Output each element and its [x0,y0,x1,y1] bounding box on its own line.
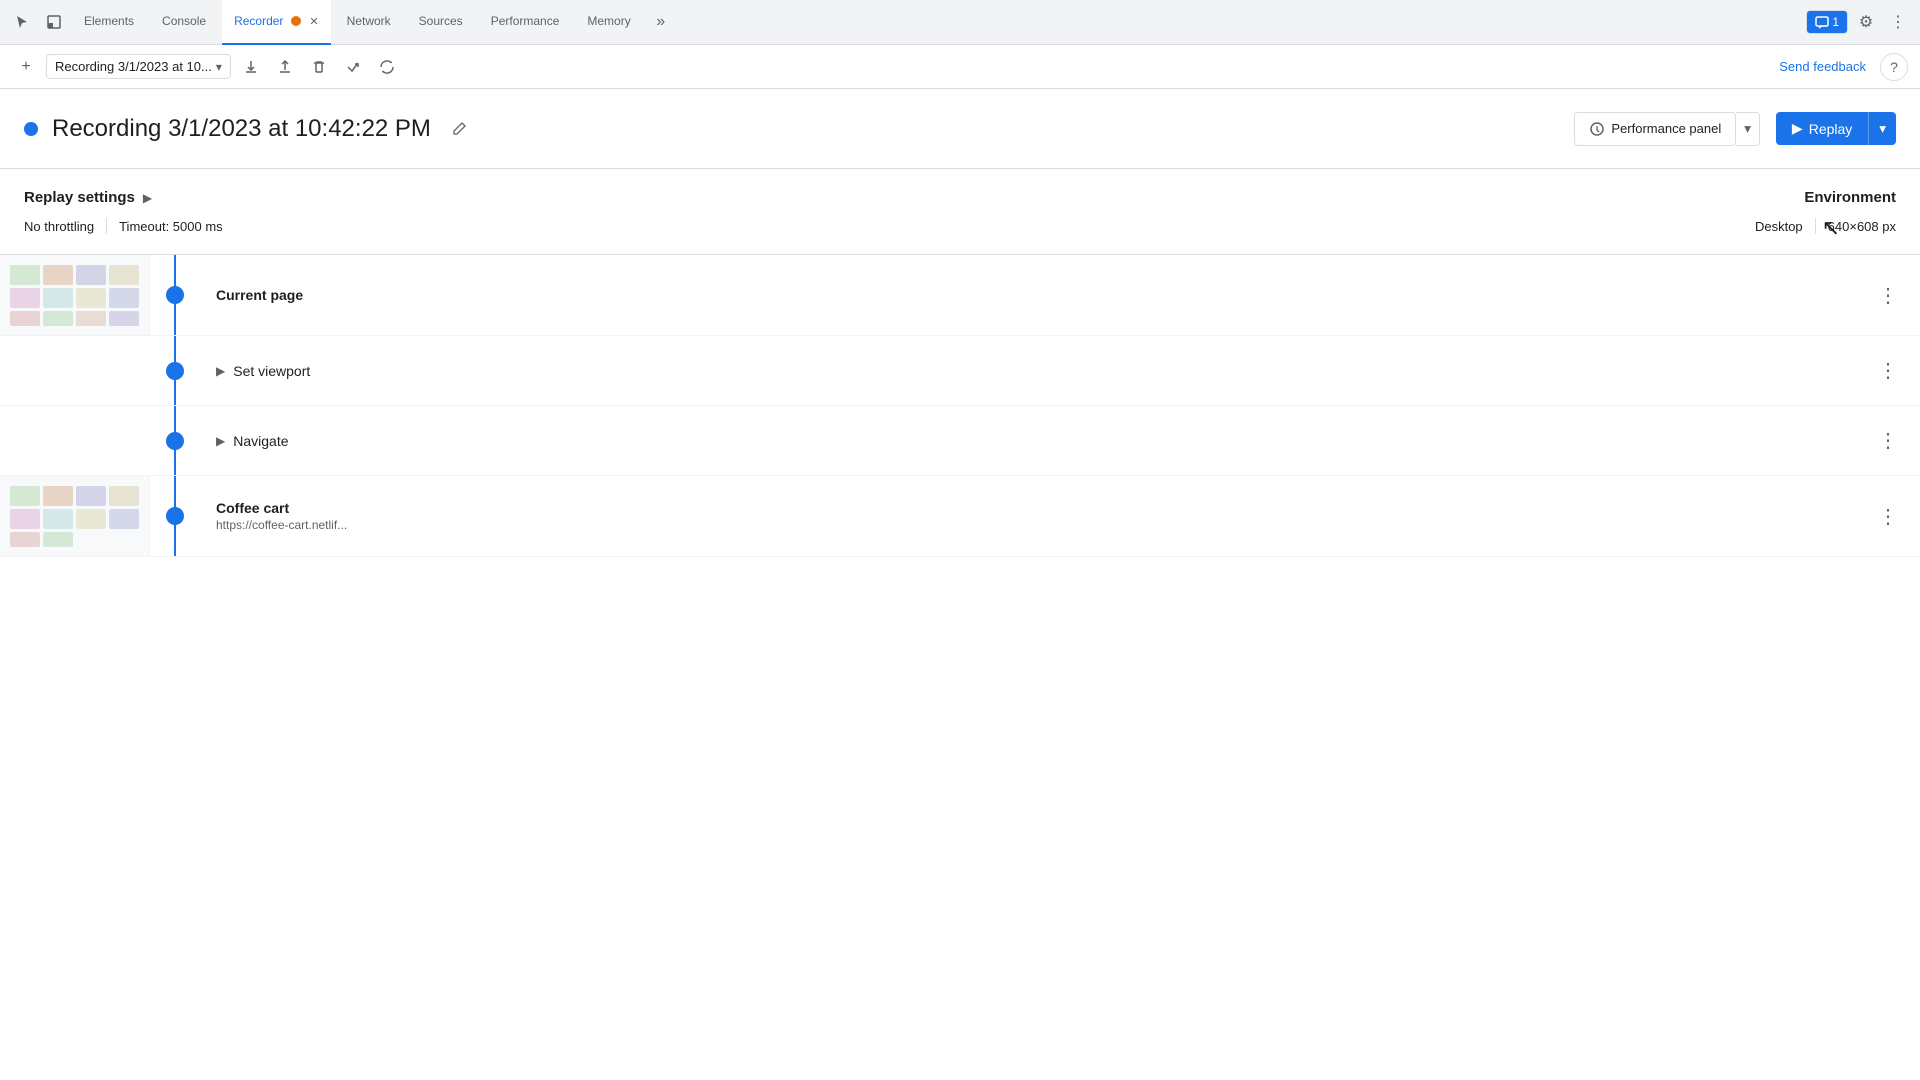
sub-step-content-set-viewport: ▶ Set viewport [200,336,1872,405]
edit-title-button[interactable] [445,115,473,143]
tab-memory[interactable]: Memory [575,0,642,45]
settings-title: Replay settings [24,189,135,206]
sub-step-name-navigate: Navigate [233,433,288,449]
sub-step-spacer [0,336,150,405]
delete-button[interactable] [305,53,333,81]
sub-step-navigate: ▶ Navigate ⋮ [0,405,1920,475]
toolbar-left: + Recording 3/1/2023 at 10... ▾ [12,53,1765,81]
recording-header: Recording 3/1/2023 at 10:42:22 PM Perfor… [0,89,1920,169]
timeline-current-page [150,255,200,335]
recording-title: Recording 3/1/2023 at 10:42:22 PM [52,115,431,143]
env-resolution: 640×608 px [1828,219,1896,234]
coffee-cart-url: https://coffee-cart.netlif... [216,518,1856,532]
env-type: Desktop [1755,219,1803,234]
step-group-current-page: Current page ⋮ ▶ Set viewport ⋮ [0,255,1920,476]
tab-bar: Elements Console Recorder ✕ Network Sour… [0,0,1920,45]
settings-header: Replay settings ▶ [24,189,1596,206]
settings-values: No throttling Timeout: 5000 ms [24,218,1596,234]
sub-step-dot [166,362,184,380]
tab-sources[interactable]: Sources [407,0,475,45]
tab-recorder[interactable]: Recorder ✕ [222,0,331,45]
sub-steps-current-page: ▶ Set viewport ⋮ ▶ Navigate ⋮ [0,335,1920,475]
recording-header-right: Performance panel ▾ ▶ Replay ▾ [1574,112,1896,146]
step-over-button[interactable] [339,53,367,81]
sub-step-timeline-set-viewport [150,336,200,405]
send-feedback-button[interactable]: Send feedback [1773,55,1872,78]
sub-step-set-viewport: ▶ Set viewport ⋮ [0,335,1920,405]
export-icon [243,59,259,75]
sub-step-more-navigate[interactable]: ⋮ [1872,425,1904,457]
chat-icon [1815,15,1829,29]
replay-dropdown-button[interactable]: ▾ [1868,112,1896,145]
tab-performance[interactable]: Performance [479,0,572,45]
recording-selector[interactable]: Recording 3/1/2023 at 10... ▾ [46,54,231,79]
help-button[interactable]: ? [1880,53,1908,81]
delete-icon [311,59,327,75]
expand-arrow-set-viewport[interactable]: ▶ [216,364,225,378]
environment-title: Environment [1596,189,1896,206]
steps-area: Current page ⋮ ▶ Set viewport ⋮ [0,255,1920,557]
more-options-button[interactable]: ⋮ [1884,8,1912,36]
recording-indicator-icon [289,14,303,28]
coffee-cart-name: Coffee cart [216,500,1856,516]
settings-expand-arrow[interactable]: ▶ [143,191,152,205]
settings-panel: Replay settings ▶ No throttling Timeout:… [0,169,1920,255]
performance-icon [1589,121,1605,137]
notification-button[interactable]: 1 [1806,10,1848,34]
thumbnail-coffee-cart [0,476,150,556]
environment-values: Desktop 640×608 px [1596,218,1896,234]
tab-network[interactable]: Network [335,0,403,45]
step-group-header-coffee-cart: Coffee cart https://coffee-cart.netlif..… [0,476,1920,556]
dock-button[interactable] [40,8,68,36]
settings-divider [106,218,107,234]
step-more-button-coffee-cart[interactable]: ⋮ [1872,500,1904,532]
step-content-coffee-cart: Coffee cart https://coffee-cart.netlif..… [200,476,1872,556]
tab-bar-right: 1 ⚙ ⋮ [1806,8,1912,36]
sub-step-dot-2 [166,432,184,450]
env-divider [1815,218,1816,234]
edit-icon [451,121,467,137]
sub-step-spacer-2 [0,406,150,475]
import-button[interactable] [271,53,299,81]
timeline-dot [166,286,184,304]
loop-button[interactable] [373,53,401,81]
import-icon [277,59,293,75]
thumbnail-current-page [0,255,150,335]
settings-col-right: Environment Desktop 640×608 px [1596,189,1896,234]
sub-step-more-set-viewport[interactable]: ⋮ [1872,355,1904,387]
tab-elements[interactable]: Elements [72,0,146,45]
sub-step-name-set-viewport: Set viewport [233,363,310,379]
add-recording-button[interactable]: + [12,53,40,81]
tab-close-recorder[interactable]: ✕ [309,15,318,28]
tab-bar-left: Elements Console Recorder ✕ Network Sour… [8,0,1806,45]
timeout-value: Timeout: 5000 ms [119,219,223,234]
step-group-coffee-cart: Coffee cart https://coffee-cart.netlif..… [0,476,1920,557]
sub-step-timeline-navigate [150,406,200,475]
toolbar: + Recording 3/1/2023 at 10... ▾ [0,45,1920,89]
cursor-tool-button[interactable] [8,8,36,36]
tab-console[interactable]: Console [150,0,218,45]
performance-panel-button[interactable]: Performance panel [1574,112,1736,146]
sub-step-content-navigate: ▶ Navigate [200,406,1872,475]
step-group-name: Current page [216,287,1856,303]
export-button[interactable] [237,53,265,81]
recording-header-left: Recording 3/1/2023 at 10:42:22 PM [24,115,1574,143]
loop-icon [379,59,395,75]
settings-two-col: Replay settings ▶ No throttling Timeout:… [24,189,1896,234]
throttling-value: No throttling [24,219,94,234]
step-more-button-current-page[interactable]: ⋮ [1872,279,1904,311]
expand-arrow-navigate[interactable]: ▶ [216,434,225,448]
settings-button[interactable]: ⚙ [1852,8,1880,36]
step-over-icon [345,59,361,75]
step-group-header-current-page: Current page ⋮ [0,255,1920,335]
replay-button[interactable]: ▶ Replay [1776,112,1868,145]
performance-panel-dropdown-button[interactable]: ▾ [1736,112,1760,146]
toolbar-right: Send feedback ? [1773,53,1908,81]
timeline-coffee-cart [150,476,200,556]
recording-status-dot [24,122,38,136]
step-content-current-page: Current page [200,255,1872,335]
settings-col-left: Replay settings ▶ No throttling Timeout:… [24,189,1596,234]
more-tabs-button[interactable]: » [647,8,675,36]
timeline-dot-2 [166,507,184,525]
